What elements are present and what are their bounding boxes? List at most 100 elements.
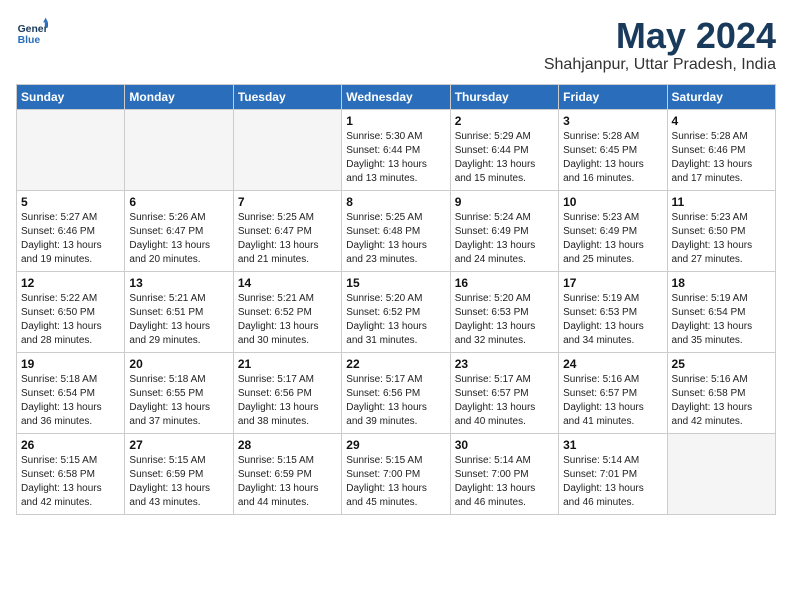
day-detail: Sunrise: 5:19 AM Sunset: 6:53 PM Dayligh…: [563, 292, 662, 348]
day-number: 17: [563, 276, 662, 290]
day-detail: Sunrise: 5:14 AM Sunset: 7:00 PM Dayligh…: [455, 454, 554, 510]
calendar-cell: 3 Sunrise: 5:28 AM Sunset: 6:45 PM Daylig…: [559, 109, 667, 190]
calendar-cell: 24 Sunrise: 5:16 AM Sunset: 6:57 PM Dayli…: [559, 352, 667, 433]
day-number: 31: [563, 438, 662, 452]
svg-text:Blue: Blue: [18, 35, 41, 46]
day-detail: Sunrise: 5:16 AM Sunset: 6:58 PM Dayligh…: [672, 373, 771, 429]
day-number: 13: [129, 276, 228, 290]
calendar-cell: 13 Sunrise: 5:21 AM Sunset: 6:51 PM Dayli…: [125, 271, 233, 352]
day-number: 5: [21, 195, 120, 209]
day-number: 20: [129, 357, 228, 371]
calendar-cell: 4 Sunrise: 5:28 AM Sunset: 6:46 PM Daylig…: [667, 109, 775, 190]
day-number: 18: [672, 276, 771, 290]
weekday-header-tuesday: Tuesday: [233, 84, 341, 109]
calendar-cell: 23Sunrise: 5:17 AM Sunset: 6:57 PM Dayli…: [450, 352, 558, 433]
day-detail: Sunrise: 5:28 AM Sunset: 6:45 PM Dayligh…: [563, 130, 662, 186]
calendar-table: SundayMondayTuesdayWednesdayThursdayFrid…: [16, 84, 776, 515]
calendar-cell: 22 Sunrise: 5:17 AM Sunset: 6:56 PM Dayli…: [342, 352, 450, 433]
day-detail: Sunrise: 5:30 AM Sunset: 6:44 PM Dayligh…: [346, 130, 445, 186]
day-detail: Sunrise: 5:15 AM Sunset: 6:58 PM Dayligh…: [21, 454, 120, 510]
day-detail: Sunrise: 5:25 AM Sunset: 6:47 PM Dayligh…: [238, 211, 337, 267]
calendar-cell: 10Sunrise: 5:23 AM Sunset: 6:49 PM Dayli…: [559, 190, 667, 271]
logo-icon: General Blue: [16, 16, 48, 48]
day-number: 24: [563, 357, 662, 371]
day-number: 8: [346, 195, 445, 209]
day-detail: Sunrise: 5:20 AM Sunset: 6:53 PM Dayligh…: [455, 292, 554, 348]
page-header: General Blue May 2024 Shahjanpur, Uttar …: [16, 16, 776, 74]
calendar-cell: 8Sunrise: 5:25 AM Sunset: 6:48 PM Daylig…: [342, 190, 450, 271]
calendar-week-5: 26 Sunrise: 5:15 AM Sunset: 6:58 PM Dayli…: [17, 433, 776, 514]
calendar-cell: 28 Sunrise: 5:15 AM Sunset: 6:59 PM Dayli…: [233, 433, 341, 514]
day-detail: Sunrise: 5:24 AM Sunset: 6:49 PM Dayligh…: [455, 211, 554, 267]
calendar-cell: 16 Sunrise: 5:20 AM Sunset: 6:53 PM Dayli…: [450, 271, 558, 352]
calendar-cell: 2 Sunrise: 5:29 AM Sunset: 6:44 PM Daylig…: [450, 109, 558, 190]
day-number: 26: [21, 438, 120, 452]
day-number: 16: [455, 276, 554, 290]
day-detail: Sunrise: 5:15 AM Sunset: 6:59 PM Dayligh…: [129, 454, 228, 510]
weekday-header-friday: Friday: [559, 84, 667, 109]
calendar-cell: 29 Sunrise: 5:15 AM Sunset: 7:00 PM Dayli…: [342, 433, 450, 514]
calendar-cell: [667, 433, 775, 514]
calendar-cell: 11Sunrise: 5:23 AM Sunset: 6:50 PM Dayli…: [667, 190, 775, 271]
day-detail: Sunrise: 5:22 AM Sunset: 6:50 PM Dayligh…: [21, 292, 120, 348]
calendar-cell: 9 Sunrise: 5:24 AM Sunset: 6:49 PM Daylig…: [450, 190, 558, 271]
day-number: 3: [563, 114, 662, 128]
day-detail: Sunrise: 5:26 AM Sunset: 6:47 PM Dayligh…: [129, 211, 228, 267]
day-detail: Sunrise: 5:16 AM Sunset: 6:57 PM Dayligh…: [563, 373, 662, 429]
calendar-cell: 17 Sunrise: 5:19 AM Sunset: 6:53 PM Dayli…: [559, 271, 667, 352]
calendar-cell: 20 Sunrise: 5:18 AM Sunset: 6:55 PM Dayli…: [125, 352, 233, 433]
day-detail: Sunrise: 5:21 AM Sunset: 6:52 PM Dayligh…: [238, 292, 337, 348]
calendar-cell: [125, 109, 233, 190]
day-detail: Sunrise: 5:18 AM Sunset: 6:55 PM Dayligh…: [129, 373, 228, 429]
weekday-header-thursday: Thursday: [450, 84, 558, 109]
day-number: 10: [563, 195, 662, 209]
day-detail: Sunrise: 5:20 AM Sunset: 6:52 PM Dayligh…: [346, 292, 445, 348]
day-number: 14: [238, 276, 337, 290]
day-number: 27: [129, 438, 228, 452]
weekday-header-monday: Monday: [125, 84, 233, 109]
calendar-cell: 26 Sunrise: 5:15 AM Sunset: 6:58 PM Dayli…: [17, 433, 125, 514]
day-detail: Sunrise: 5:14 AM Sunset: 7:01 PM Dayligh…: [563, 454, 662, 510]
calendar-cell: 6Sunrise: 5:26 AM Sunset: 6:47 PM Daylig…: [125, 190, 233, 271]
day-detail: Sunrise: 5:23 AM Sunset: 6:50 PM Dayligh…: [672, 211, 771, 267]
day-number: 12: [21, 276, 120, 290]
logo: General Blue: [16, 16, 48, 48]
location-subtitle: Shahjanpur, Uttar Pradesh, India: [544, 56, 776, 74]
weekday-header-row: SundayMondayTuesdayWednesdayThursdayFrid…: [17, 84, 776, 109]
calendar-week-2: 5Sunrise: 5:27 AM Sunset: 6:46 PM Daylig…: [17, 190, 776, 271]
calendar-cell: 7Sunrise: 5:25 AM Sunset: 6:47 PM Daylig…: [233, 190, 341, 271]
calendar-week-4: 19Sunrise: 5:18 AM Sunset: 6:54 PM Dayli…: [17, 352, 776, 433]
day-number: 1: [346, 114, 445, 128]
calendar-cell: 19Sunrise: 5:18 AM Sunset: 6:54 PM Dayli…: [17, 352, 125, 433]
day-detail: Sunrise: 5:29 AM Sunset: 6:44 PM Dayligh…: [455, 130, 554, 186]
day-number: 9: [455, 195, 554, 209]
calendar-cell: 1 Sunrise: 5:30 AM Sunset: 6:44 PM Daylig…: [342, 109, 450, 190]
day-number: 30: [455, 438, 554, 452]
svg-text:General: General: [18, 24, 48, 35]
day-number: 22: [346, 357, 445, 371]
day-number: 2: [455, 114, 554, 128]
calendar-cell: 30 Sunrise: 5:14 AM Sunset: 7:00 PM Dayli…: [450, 433, 558, 514]
day-detail: Sunrise: 5:17 AM Sunset: 6:56 PM Dayligh…: [238, 373, 337, 429]
day-number: 29: [346, 438, 445, 452]
day-detail: Sunrise: 5:15 AM Sunset: 6:59 PM Dayligh…: [238, 454, 337, 510]
calendar-week-1: 1 Sunrise: 5:30 AM Sunset: 6:44 PM Daylig…: [17, 109, 776, 190]
calendar-cell: 31 Sunrise: 5:14 AM Sunset: 7:01 PM Dayli…: [559, 433, 667, 514]
weekday-header-wednesday: Wednesday: [342, 84, 450, 109]
day-number: 28: [238, 438, 337, 452]
day-number: 4: [672, 114, 771, 128]
day-detail: Sunrise: 5:15 AM Sunset: 7:00 PM Dayligh…: [346, 454, 445, 510]
day-detail: Sunrise: 5:19 AM Sunset: 6:54 PM Dayligh…: [672, 292, 771, 348]
day-number: 21: [238, 357, 337, 371]
calendar-week-3: 12 Sunrise: 5:22 AM Sunset: 6:50 PM Dayli…: [17, 271, 776, 352]
calendar-cell: [233, 109, 341, 190]
day-detail: Sunrise: 5:28 AM Sunset: 6:46 PM Dayligh…: [672, 130, 771, 186]
calendar-cell: [17, 109, 125, 190]
day-detail: Sunrise: 5:17 AM Sunset: 6:56 PM Dayligh…: [346, 373, 445, 429]
weekday-header-saturday: Saturday: [667, 84, 775, 109]
weekday-header-sunday: Sunday: [17, 84, 125, 109]
calendar-cell: 12 Sunrise: 5:22 AM Sunset: 6:50 PM Dayli…: [17, 271, 125, 352]
day-number: 15: [346, 276, 445, 290]
day-detail: Sunrise: 5:17 AM Sunset: 6:57 PM Dayligh…: [455, 373, 554, 429]
day-detail: Sunrise: 5:21 AM Sunset: 6:51 PM Dayligh…: [129, 292, 228, 348]
